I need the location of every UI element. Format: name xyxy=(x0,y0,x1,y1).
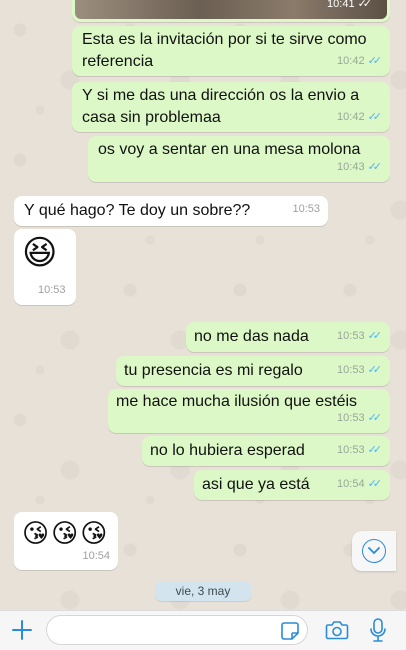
read-ticks-icon: ✓✓ xyxy=(367,478,383,490)
message-time: 10:53 xyxy=(38,284,66,296)
message-meta: 10:53 xyxy=(38,279,66,301)
outgoing-message[interactable]: tu presencia es mi regalo 10:53 ✓✓ xyxy=(116,356,390,386)
outgoing-message[interactable]: no lo hubiera esperad 10:53 ✓✓ xyxy=(142,436,390,466)
incoming-emoji-message[interactable]: 😆 10:53 xyxy=(14,229,76,305)
message-meta: 10:53 ✓✓ xyxy=(337,359,382,381)
message-time: 10:53 xyxy=(337,364,365,376)
message-meta: 10:53 xyxy=(292,198,320,220)
outgoing-message[interactable]: asi que ya está 10:54 ✓✓ xyxy=(194,470,390,500)
image-message[interactable]: 10:41 ✓✓ xyxy=(72,0,390,22)
emoji-text: 😆 xyxy=(22,234,58,272)
camera-icon[interactable] xyxy=(325,619,349,646)
message-time: 10:53 xyxy=(337,330,365,342)
read-ticks-icon: ✓✓ xyxy=(367,412,383,424)
incoming-message[interactable]: Y qué hago? Te doy un sobre?? 10:53 xyxy=(14,196,328,226)
message-meta: 10:54 xyxy=(82,545,110,567)
message-time: 10:43 xyxy=(337,161,365,173)
message-meta: 10:54 ✓✓ xyxy=(337,473,382,495)
message-text: Y qué hago? Te doy un sobre?? xyxy=(24,202,251,219)
chevron-down-icon xyxy=(362,539,386,563)
message-time: 10:54 xyxy=(82,550,110,562)
outgoing-message[interactable]: Y si me das una dirección os la envio a … xyxy=(72,82,390,132)
incoming-emoji-message[interactable]: 😘😘😘 10:54 xyxy=(14,512,118,570)
read-ticks-icon: ✓✓ xyxy=(367,444,383,456)
microphone-icon[interactable] xyxy=(368,617,388,648)
message-meta: 10:41 ✓✓ xyxy=(327,0,372,15)
read-ticks-icon: ✓✓ xyxy=(367,55,383,67)
message-text: Y si me das una dirección os la envio a … xyxy=(82,87,360,126)
scroll-to-bottom-button[interactable] xyxy=(352,531,396,571)
read-ticks-icon: ✓✓ xyxy=(367,330,383,342)
read-ticks-icon: ✓✓ xyxy=(367,161,383,173)
message-time: 10:53 xyxy=(337,444,365,456)
composer-bar xyxy=(0,610,406,650)
outgoing-message[interactable]: me hace mucha ilusión que estéis 10:53 ✓… xyxy=(108,389,390,433)
message-meta: 10:53 ✓✓ xyxy=(337,407,382,429)
message-meta: 10:42 ✓✓ xyxy=(337,106,382,128)
outgoing-message[interactable]: no me das nada 10:53 ✓✓ xyxy=(186,322,390,352)
message-meta: 10:53 ✓✓ xyxy=(337,325,382,347)
message-text: Esta es la invitación por si te sirve co… xyxy=(82,31,367,70)
outgoing-message[interactable]: Esta es la invitación por si te sirve co… xyxy=(72,26,390,76)
message-input[interactable] xyxy=(46,615,308,645)
plus-icon[interactable] xyxy=(10,618,34,642)
chat-area[interactable]: 10:41 ✓✓ Esta es la invitación por si te… xyxy=(0,0,406,610)
message-meta: 10:42 ✓✓ xyxy=(337,50,382,72)
read-ticks-icon: ✓✓ xyxy=(367,111,383,123)
message-time: 10:53 xyxy=(292,203,320,215)
message-time: 10:42 xyxy=(337,111,365,123)
outgoing-message[interactable]: os voy a sentar en una mesa molona 10:43… xyxy=(88,136,390,182)
read-ticks-icon: ✓✓ xyxy=(357,0,373,10)
read-ticks-icon: ✓✓ xyxy=(367,364,383,376)
date-separator: vie, 3 may xyxy=(155,581,251,601)
message-meta: 10:43 ✓✓ xyxy=(337,156,382,178)
message-time: 10:54 xyxy=(337,478,365,490)
message-meta: 10:53 ✓✓ xyxy=(337,439,382,461)
message-time: 10:41 xyxy=(327,0,355,10)
message-time: 10:42 xyxy=(337,55,365,67)
message-time: 10:53 xyxy=(337,412,365,424)
sticker-icon[interactable] xyxy=(280,621,300,646)
